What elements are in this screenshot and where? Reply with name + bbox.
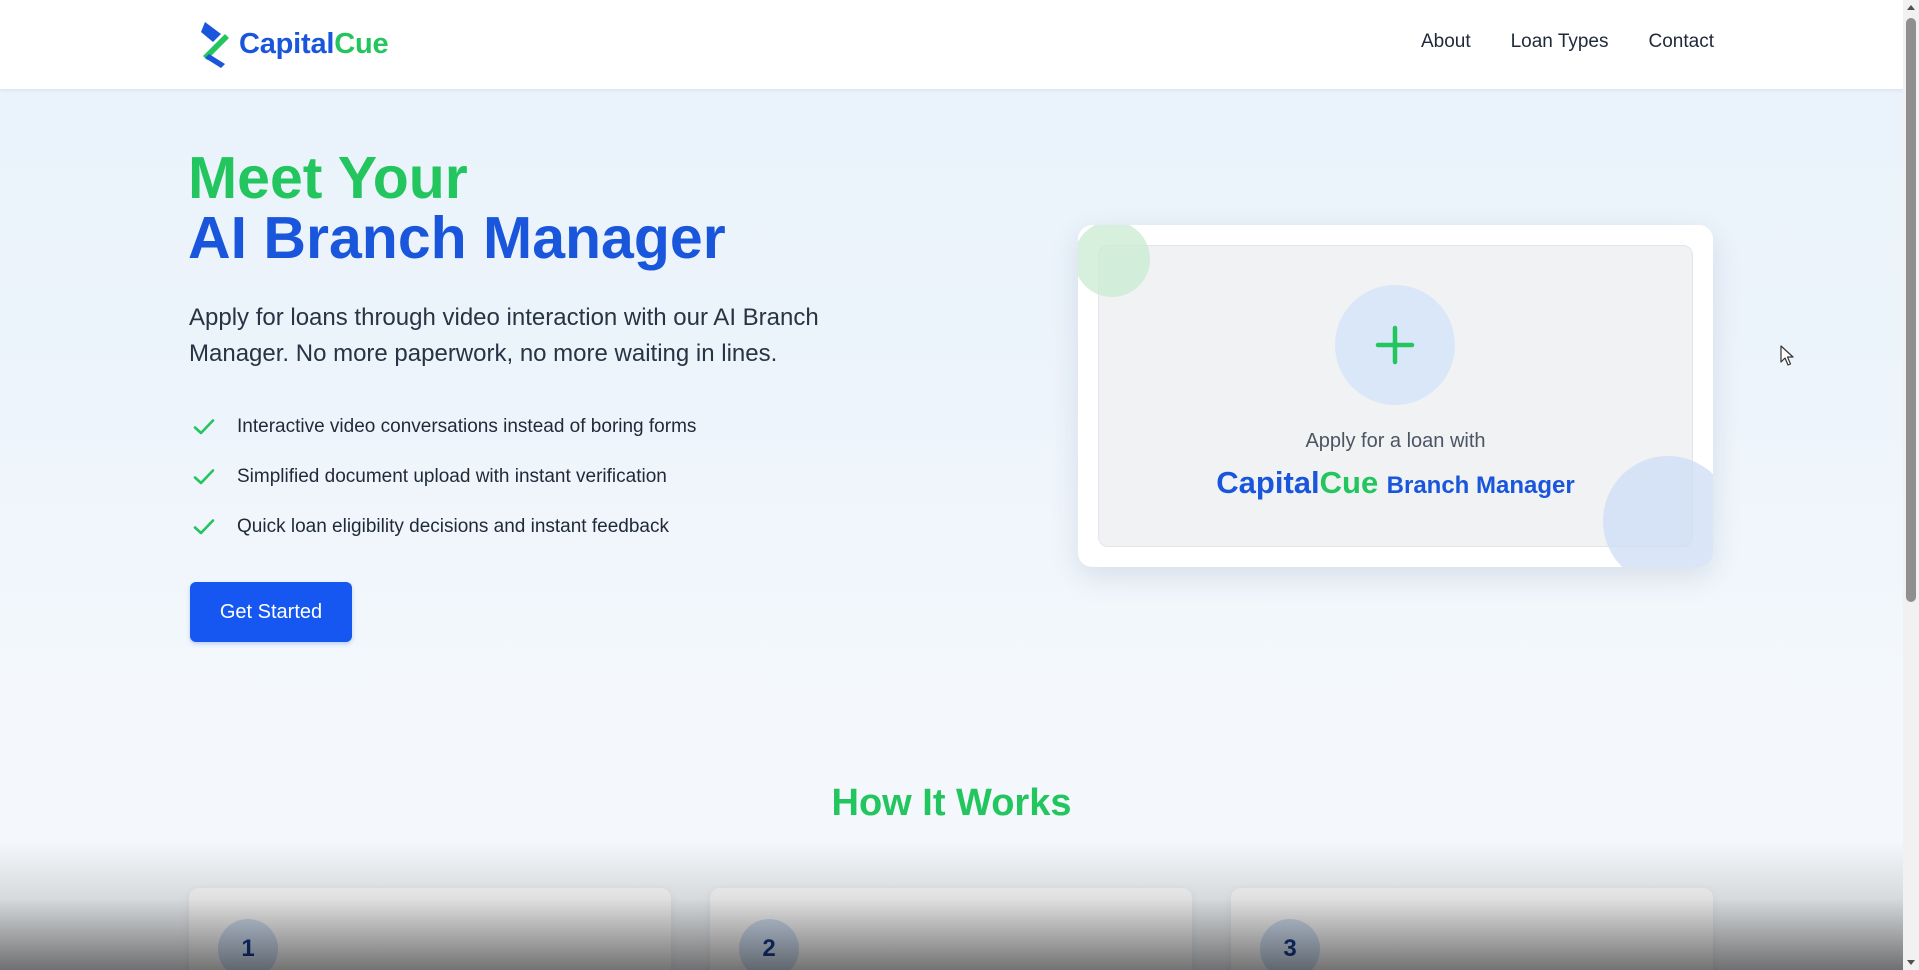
feature-item: Interactive video conversations instead … [192,412,696,442]
scroll-up-arrow-icon[interactable] [1903,0,1919,16]
start-application-button[interactable] [1335,285,1455,405]
step-card-1: 1 [189,888,671,970]
logo-text-capital: Capital [239,27,335,60]
plus-icon [1375,325,1415,365]
card-brand-line: CapitalCue Branch Manager [1078,465,1713,501]
mouse-cursor-icon [1780,345,1794,366]
page: CapitalCue About Loan Types Contact Meet… [0,0,1903,970]
card-brand-capital: Capital [1216,465,1320,500]
step-number: 1 [218,919,278,970]
card-brand-cue: Cue [1319,465,1379,500]
feature-item: Quick loan eligibility decisions and ins… [192,512,696,542]
hero-title: Meet Your AI Branch Manager [188,148,726,268]
hero-description: Apply for loans through video interactio… [189,304,819,367]
site-header: CapitalCue About Loan Types Contact [0,0,1903,89]
check-icon [193,469,215,485]
feature-text: Interactive video conversations instead … [237,416,697,437]
logo-s-icon [201,22,229,68]
loan-application-card: Apply for a loan with CapitalCue Branch … [1078,225,1713,567]
scroll-down-arrow-icon[interactable] [1903,954,1919,970]
step-card-2: 2 [710,888,1192,970]
main-nav: About Loan Types Contact [1421,31,1714,53]
feature-item: Simplified document upload with instant … [192,462,696,492]
get-started-button[interactable]: Get Started [190,582,352,642]
check-icon [193,419,215,435]
logo-text-cue: Cue [334,27,389,60]
scrollbar-thumb[interactable] [1906,18,1916,602]
step-number: 3 [1260,919,1320,970]
step-number: 2 [739,919,799,970]
brand-logo[interactable]: CapitalCue [199,20,389,68]
card-brand-suffix: Branch Manager [1386,472,1575,499]
nav-link-about[interactable]: About [1421,31,1471,53]
nav-link-loan-types[interactable]: Loan Types [1511,31,1609,53]
step-card-3: 3 [1231,888,1713,970]
feature-text: Simplified document upload with instant … [237,466,667,487]
how-it-works-title: How It Works [831,782,1072,824]
feature-text: Quick loan eligibility decisions and ins… [237,516,669,537]
feature-list: Interactive video conversations instead … [192,412,696,562]
check-icon [193,519,215,535]
vertical-scrollbar[interactable] [1903,0,1919,970]
apply-text: Apply for a loan with [1305,430,1486,452]
logo-text: CapitalCue [239,27,389,61]
card-container: Apply for a loan with CapitalCue Branch … [1078,225,1713,567]
nav-link-contact[interactable]: Contact [1649,31,1714,53]
hero-title-line1: Meet Your [188,145,468,211]
hero-title-line2: AI Branch Manager [188,205,726,271]
